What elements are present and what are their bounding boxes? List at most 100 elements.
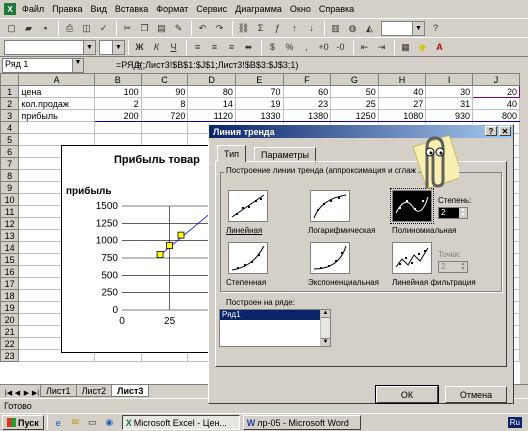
data-point[interactable] (177, 231, 185, 239)
cell[interactable]: 930 (425, 109, 474, 122)
scroll-down-icon[interactable]: ▼ (321, 338, 330, 346)
font-color-icon[interactable]: A (432, 40, 447, 55)
column-header[interactable]: A (18, 73, 95, 86)
office-assistant[interactable] (405, 132, 464, 194)
trend-linear-option[interactable] (228, 190, 268, 222)
align-center-icon[interactable]: ≡ (207, 40, 222, 55)
sheet-tab-2[interactable]: Лист2 (75, 385, 113, 397)
borders-icon[interactable]: ▦ (398, 40, 413, 55)
cut-icon[interactable]: ✂ (120, 21, 135, 36)
cell[interactable]: 800 (472, 109, 520, 122)
cell[interactable]: 23 (282, 97, 332, 110)
increase-indent-icon[interactable]: ⇥ (374, 40, 389, 55)
language-indicator[interactable]: Ru (507, 417, 522, 428)
close-icon[interactable]: ✕ (499, 126, 511, 136)
cell[interactable]: 40 (377, 85, 427, 98)
row-header[interactable]: 3 (0, 109, 20, 122)
row-header[interactable]: 4 (0, 121, 20, 134)
formula-text[interactable]: =РЯД(;Лист3!$B$1:$J$1;Лист3!$B$3:$J$3;1) (116, 60, 298, 70)
column-header[interactable]: I (425, 73, 474, 86)
row-header[interactable]: 15 (0, 253, 20, 266)
channels-icon[interactable]: ◉ (102, 415, 117, 430)
sheet-tab-1[interactable]: Лист1 (40, 385, 77, 397)
cell[interactable]: 25 (330, 97, 379, 110)
row-header[interactable]: 10 (0, 193, 20, 206)
last-sheet-icon[interactable]: ▶| (31, 389, 40, 397)
cell[interactable]: 90 (140, 85, 189, 98)
menu-insert[interactable]: Вставка (111, 4, 152, 14)
cell[interactable]: 8 (140, 97, 189, 110)
trend-movavg-option[interactable] (392, 242, 432, 274)
data-point[interactable] (166, 242, 173, 249)
row-header[interactable]: 23 (0, 349, 20, 362)
menu-edit[interactable]: Правка (48, 4, 86, 14)
decrease-decimal-icon[interactable]: -0 (333, 40, 348, 55)
column-header[interactable]: E (234, 73, 284, 86)
cell[interactable]: 40 (472, 97, 520, 110)
align-right-icon[interactable]: ≡ (224, 40, 239, 55)
cell[interactable]: 1330 (234, 109, 284, 122)
cell[interactable] (140, 133, 189, 146)
cell[interactable]: 720 (140, 109, 189, 122)
column-header[interactable]: H (377, 73, 427, 86)
cell[interactable] (18, 121, 95, 134)
cell[interactable] (93, 121, 142, 134)
cell[interactable]: 2 (93, 97, 142, 110)
map-icon[interactable]: ◍ (345, 21, 360, 36)
trend-movavg-label[interactable]: Линейная фильтрация (392, 278, 476, 287)
menu-chart[interactable]: Диаграмма (231, 4, 286, 14)
increase-decimal-icon[interactable]: +0 (316, 40, 331, 55)
row-header[interactable]: 13 (0, 229, 20, 242)
row-header[interactable]: 2 (0, 97, 20, 110)
column-header[interactable]: F (282, 73, 332, 86)
row-header[interactable]: 5 (0, 133, 20, 146)
cell[interactable]: 19 (234, 97, 284, 110)
row-header[interactable]: 1 (0, 85, 20, 98)
merge-center-icon[interactable]: ⬌ (241, 40, 256, 55)
menu-window[interactable]: Окно (286, 4, 315, 14)
task-excel[interactable]: X Microsoft Excel - Цен... (121, 415, 240, 430)
listbox-scrollbar[interactable]: ▲ ▼ (320, 310, 330, 346)
row-header[interactable]: 19 (0, 301, 20, 314)
cell[interactable]: 50 (330, 85, 379, 98)
print-preview-icon[interactable]: ◫ (79, 21, 94, 36)
next-sheet-icon[interactable]: ▶ (22, 389, 31, 397)
cell[interactable]: 30 (425, 85, 474, 98)
italic-icon[interactable]: К (149, 40, 164, 55)
thousands-icon[interactable]: , (299, 40, 314, 55)
paste-icon[interactable]: ▤ (154, 21, 169, 36)
row-header[interactable]: 7 (0, 157, 20, 170)
cell[interactable]: 27 (377, 97, 427, 110)
sort-asc-icon[interactable]: ↑ (287, 21, 302, 36)
column-header[interactable]: J (472, 73, 520, 86)
select-all-corner[interactable] (0, 73, 20, 86)
align-left-icon[interactable]: ≡ (190, 40, 205, 55)
trend-poly-option[interactable] (390, 188, 434, 224)
row-header[interactable]: 22 (0, 337, 20, 350)
fill-color-icon[interactable]: ◆ (415, 40, 430, 55)
tab-type[interactable]: Тип (217, 145, 247, 162)
trend-power-option[interactable] (228, 242, 268, 274)
sheet-tab-3[interactable]: Лист3 (111, 385, 150, 397)
ok-button[interactable]: ОК (375, 385, 439, 404)
spelling-icon[interactable]: ✓ (96, 21, 111, 36)
trend-exp-label[interactable]: Экспоненциальная (308, 278, 379, 287)
cell[interactable] (93, 133, 142, 146)
open-folder-icon[interactable]: ▰ (21, 21, 36, 36)
cell[interactable]: цена (18, 85, 95, 98)
drawing-icon[interactable]: ◭ (362, 21, 377, 36)
data-point[interactable] (156, 251, 164, 258)
cell[interactable] (140, 121, 189, 134)
cell[interactable]: 80 (187, 85, 236, 98)
redo-icon[interactable]: ↷ (212, 21, 227, 36)
outlook-icon[interactable]: ✉ (68, 415, 83, 430)
column-header[interactable]: B (93, 73, 142, 86)
trend-log-label[interactable]: Логарифмическая (308, 226, 375, 235)
cell[interactable]: 60 (282, 85, 332, 98)
cell[interactable]: 1380 (282, 109, 332, 122)
zoom-combo[interactable]: ▼ (381, 20, 425, 36)
scroll-up-icon[interactable]: ▲ (321, 310, 330, 318)
spinner-arrows-icon[interactable]: ▲ ▼ (459, 208, 467, 218)
cell[interactable]: 70 (234, 85, 284, 98)
cancel-button[interactable]: Отмена (445, 386, 507, 403)
